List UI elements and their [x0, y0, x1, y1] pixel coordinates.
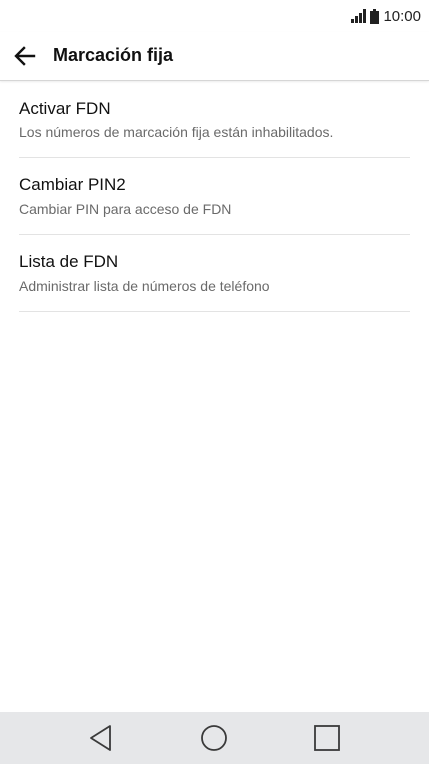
clock: 10:00 — [383, 7, 421, 25]
nav-back-button[interactable] — [84, 722, 118, 754]
signal-icon — [351, 9, 367, 23]
back-button[interactable] — [10, 42, 40, 70]
setting-lista-fdn[interactable]: Lista de FDN Administrar lista de número… — [19, 235, 410, 312]
nav-home-button[interactable] — [197, 722, 231, 754]
page-title: Marcación fija — [53, 45, 174, 65]
recents-square-icon — [314, 725, 340, 751]
setting-title: Activar FDN — [19, 99, 111, 118]
setting-title: Cambiar PIN2 — [19, 175, 126, 194]
status-bar: 10:00 — [0, 0, 429, 32]
nav-recents-button[interactable] — [310, 722, 344, 754]
arrow-left-icon — [14, 46, 36, 66]
navigation-bar — [0, 712, 429, 764]
setting-summary: Cambiar PIN para acceso de FDN — [19, 201, 232, 217]
home-circle-icon — [201, 725, 227, 751]
status-icons: 10:00 — [351, 6, 421, 26]
app-bar: Marcación fija — [0, 32, 429, 81]
setting-summary: Administrar lista de números de teléfono — [19, 278, 270, 294]
battery-icon — [370, 8, 380, 24]
settings-list: Activar FDN Los números de marcación fij… — [0, 81, 429, 312]
setting-activar-fdn[interactable]: Activar FDN Los números de marcación fij… — [19, 81, 410, 158]
setting-cambiar-pin2[interactable]: Cambiar PIN2 Cambiar PIN para acceso de … — [19, 158, 410, 235]
setting-summary: Los números de marcación fija están inha… — [19, 124, 334, 140]
setting-title: Lista de FDN — [19, 252, 119, 271]
back-triangle-icon — [90, 725, 111, 751]
